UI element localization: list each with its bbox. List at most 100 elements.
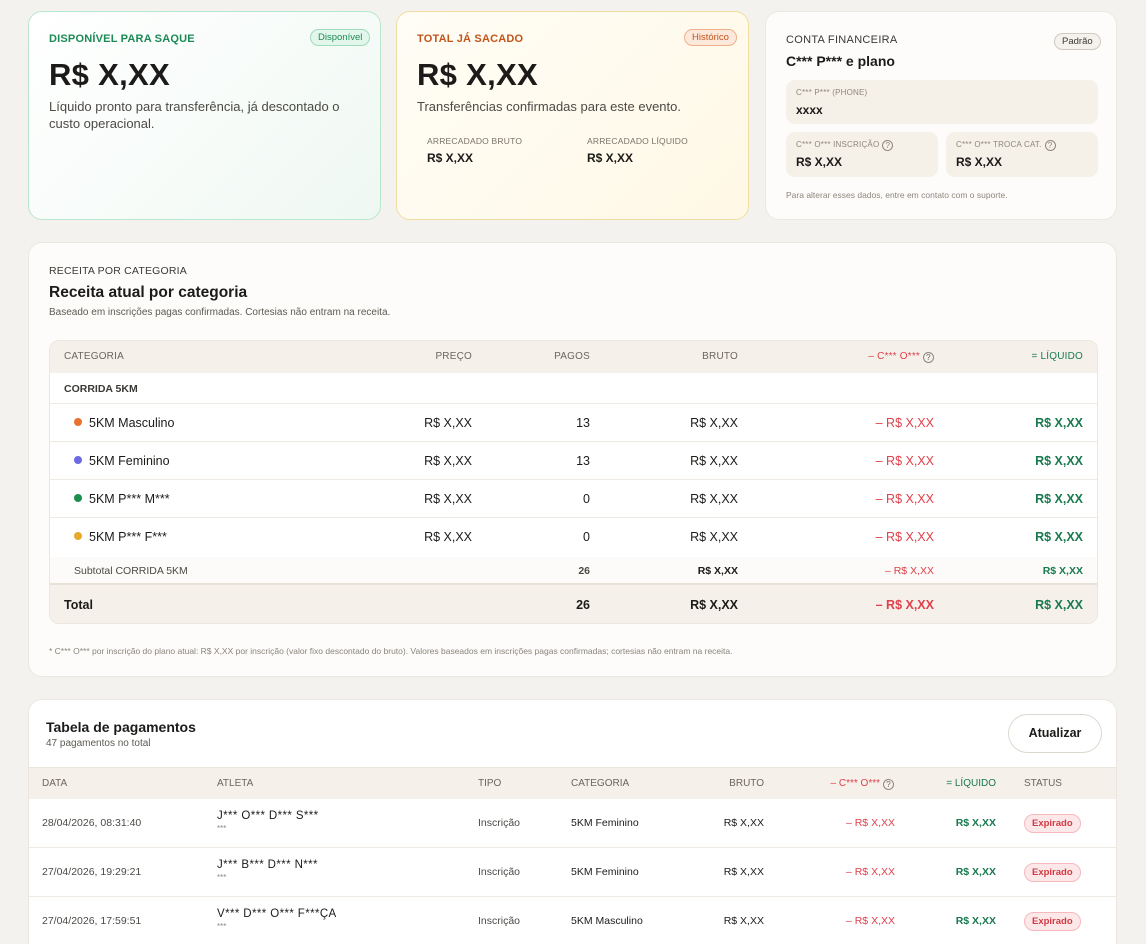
available-description-line2: custo operacional.	[49, 116, 155, 131]
subtotal-gross: R$ X,XX	[697, 565, 738, 577]
gross-cell: R$ X,XX	[690, 454, 738, 468]
fee-change-value: R$ X,XX	[956, 155, 1003, 169]
total-gross: R$ X,XX	[690, 598, 738, 612]
col-fee-label: – C*** O***	[868, 351, 920, 362]
gross-cell: R$ X,XX	[690, 492, 738, 506]
payments-count: 47 pagamentos no total	[46, 738, 151, 749]
gross-cell: R$ X,XX	[723, 866, 764, 878]
price-cell: R$ X,XX	[424, 492, 472, 506]
subtotal-row: Subtotal CORRIDA 5KM 26 R$ X,XX – R$ X,X…	[50, 557, 1097, 585]
account-support-note: Para alterar esses dados, entre em conta…	[786, 190, 1008, 200]
fee-cell: – R$ X,XX	[875, 530, 934, 544]
col-fee-label: – C*** O***	[830, 778, 880, 789]
athlete-sub: ***	[217, 873, 227, 882]
col-gross: BRUTO	[729, 778, 764, 789]
table-row: 5KM Feminino R$ X,XX 13 R$ X,XX – R$ X,X…	[50, 442, 1097, 480]
financial-account-card: CONTA FINANCEIRA Padrão C*** P*** e plan…	[765, 11, 1117, 220]
available-description-line1: Líquido pronto para transferência, já de…	[49, 99, 340, 114]
refresh-button[interactable]: Atualizar	[1008, 714, 1102, 753]
payments-title: Tabela de pagamentos	[46, 719, 196, 735]
revenue-footnote: * C*** O*** por inscrição do plano atual…	[49, 646, 733, 656]
total-net: R$ X,XX	[1035, 598, 1083, 612]
col-category: CATEGORIA	[571, 778, 630, 789]
date-cell: 27/04/2026, 17:59:51	[42, 915, 142, 927]
category-color-dot	[74, 494, 82, 502]
table-row: 5KM P*** M*** R$ X,XX 0 R$ X,XX – R$ X,X…	[50, 480, 1097, 518]
revenue-title: Receita atual por categoria	[49, 284, 248, 301]
category-name: 5KM Masculino	[89, 416, 175, 430]
price-cell: R$ X,XX	[424, 530, 472, 544]
paid-cell: 13	[576, 454, 590, 468]
col-athlete: ATLETA	[217, 778, 254, 789]
price-cell: R$ X,XX	[424, 416, 472, 430]
col-price: PREÇO	[435, 351, 472, 362]
category-name: 5KM P*** F***	[89, 530, 167, 544]
subtotal-fee: – R$ X,XX	[884, 565, 934, 577]
net-cell: R$ X,XX	[1035, 454, 1083, 468]
revenue-table-header: CATEGORIA PREÇO PAGOS BRUTO – C*** O***?…	[50, 341, 1097, 373]
help-icon[interactable]: ?	[1044, 140, 1056, 151]
category-group-row: CORRIDA 5KM	[50, 373, 1097, 404]
subtotal-net: R$ X,XX	[1042, 565, 1083, 577]
withdrawn-amount: R$ X,XX	[417, 57, 538, 92]
fee-registration-box: C*** O*** INSCRIÇÃO? R$ X,XX	[786, 132, 938, 177]
date-cell: 28/04/2026, 08:31:40	[42, 817, 142, 829]
category-color-dot	[74, 532, 82, 540]
table-row: 5KM Masculino R$ X,XX 13 R$ X,XX – R$ X,…	[50, 404, 1097, 442]
category-cell: 5KM Feminino	[571, 817, 639, 829]
net-cell: R$ X,XX	[1035, 492, 1083, 506]
category-name-cell: 5KM Feminino	[74, 454, 170, 468]
net-cell: R$ X,XX	[1035, 530, 1083, 544]
gross-collected-value: R$ X,XX	[427, 151, 474, 165]
subtotal-paid: 26	[578, 565, 590, 577]
available-badge: Disponível	[310, 29, 371, 46]
type-cell: Inscrição	[478, 817, 521, 829]
fee-cell: – R$ X,XX	[845, 817, 895, 829]
table-row: 5KM P*** F*** R$ X,XX 0 R$ X,XX – R$ X,X…	[50, 518, 1097, 556]
help-icon[interactable]: ?	[923, 352, 934, 363]
table-row[interactable]: 27/04/2026, 17:59:51 V*** D*** O*** F***…	[29, 897, 1116, 944]
help-icon[interactable]: ?	[882, 140, 894, 151]
col-paid: PAGOS	[554, 351, 590, 362]
account-plan-name: C*** P*** e plano	[786, 53, 895, 69]
athlete-name: J*** O*** D*** S***	[217, 810, 319, 822]
revenue-table: CATEGORIA PREÇO PAGOS BRUTO – C*** O***?…	[49, 340, 1098, 624]
revenue-by-category-card: RECEITA POR CATEGORIA Receita atual por …	[28, 242, 1117, 677]
athlete-name: V*** D*** O*** F***ÇA	[217, 908, 337, 920]
type-cell: Inscrição	[478, 866, 521, 878]
gross-cell: R$ X,XX	[690, 530, 738, 544]
category-name-cell: 5KM Masculino	[74, 416, 174, 430]
athlete-sub: ***	[217, 824, 227, 833]
net-cell: R$ X,XX	[955, 866, 996, 878]
withdrawn-kicker: TOTAL JÁ SACADO	[417, 33, 524, 45]
net-collected-label: ARRECADADO LÍQUIDO	[587, 136, 688, 146]
category-group-name: CORRIDA 5KM	[64, 383, 138, 395]
col-gross: BRUTO	[702, 351, 738, 362]
account-title: CONTA FINANCEIRA	[786, 34, 898, 46]
paid-cell: 0	[583, 492, 590, 506]
net-collected-value: R$ X,XX	[587, 151, 634, 165]
fee-change-box: C*** O*** TROCA CAT.? R$ X,XX	[946, 132, 1098, 177]
fee-registration-label: C*** O*** INSCRIÇÃO	[796, 140, 880, 149]
revenue-subtitle: Baseado em inscrições pagas confirmadas.…	[49, 307, 391, 318]
col-fee: – C*** O***?	[831, 778, 894, 790]
gross-cell: R$ X,XX	[690, 416, 738, 430]
withdrawn-badge: Histórico	[684, 29, 737, 46]
col-fee: – C*** O***?	[868, 351, 934, 363]
help-icon[interactable]: ?	[883, 779, 894, 790]
status-badge: Expirado	[1024, 912, 1081, 931]
type-cell: Inscrição	[478, 915, 521, 927]
payments-table-card: Tabela de pagamentos 47 pagamentos no to…	[28, 699, 1117, 944]
col-type: TIPO	[478, 778, 502, 789]
fee-registration-value: R$ X,XX	[796, 155, 843, 169]
fee-cell: – R$ X,XX	[875, 416, 934, 430]
col-category: CATEGORIA	[64, 351, 124, 362]
total-row: Total 26 R$ X,XX – R$ X,XX R$ X,XX	[50, 585, 1097, 623]
category-name: 5KM Feminino	[89, 454, 170, 468]
available-amount: R$ X,XX	[49, 57, 170, 92]
table-row[interactable]: 28/04/2026, 08:31:40 J*** O*** D*** S***…	[29, 799, 1116, 848]
athlete-name: J*** B*** D*** N***	[217, 859, 318, 871]
status-badge: Expirado	[1024, 814, 1081, 833]
table-row[interactable]: 27/04/2026, 19:29:21 J*** B*** D*** N***…	[29, 848, 1116, 897]
payments-table-header: DATA ATLETA TIPO CATEGORIA BRUTO – C*** …	[29, 767, 1116, 799]
